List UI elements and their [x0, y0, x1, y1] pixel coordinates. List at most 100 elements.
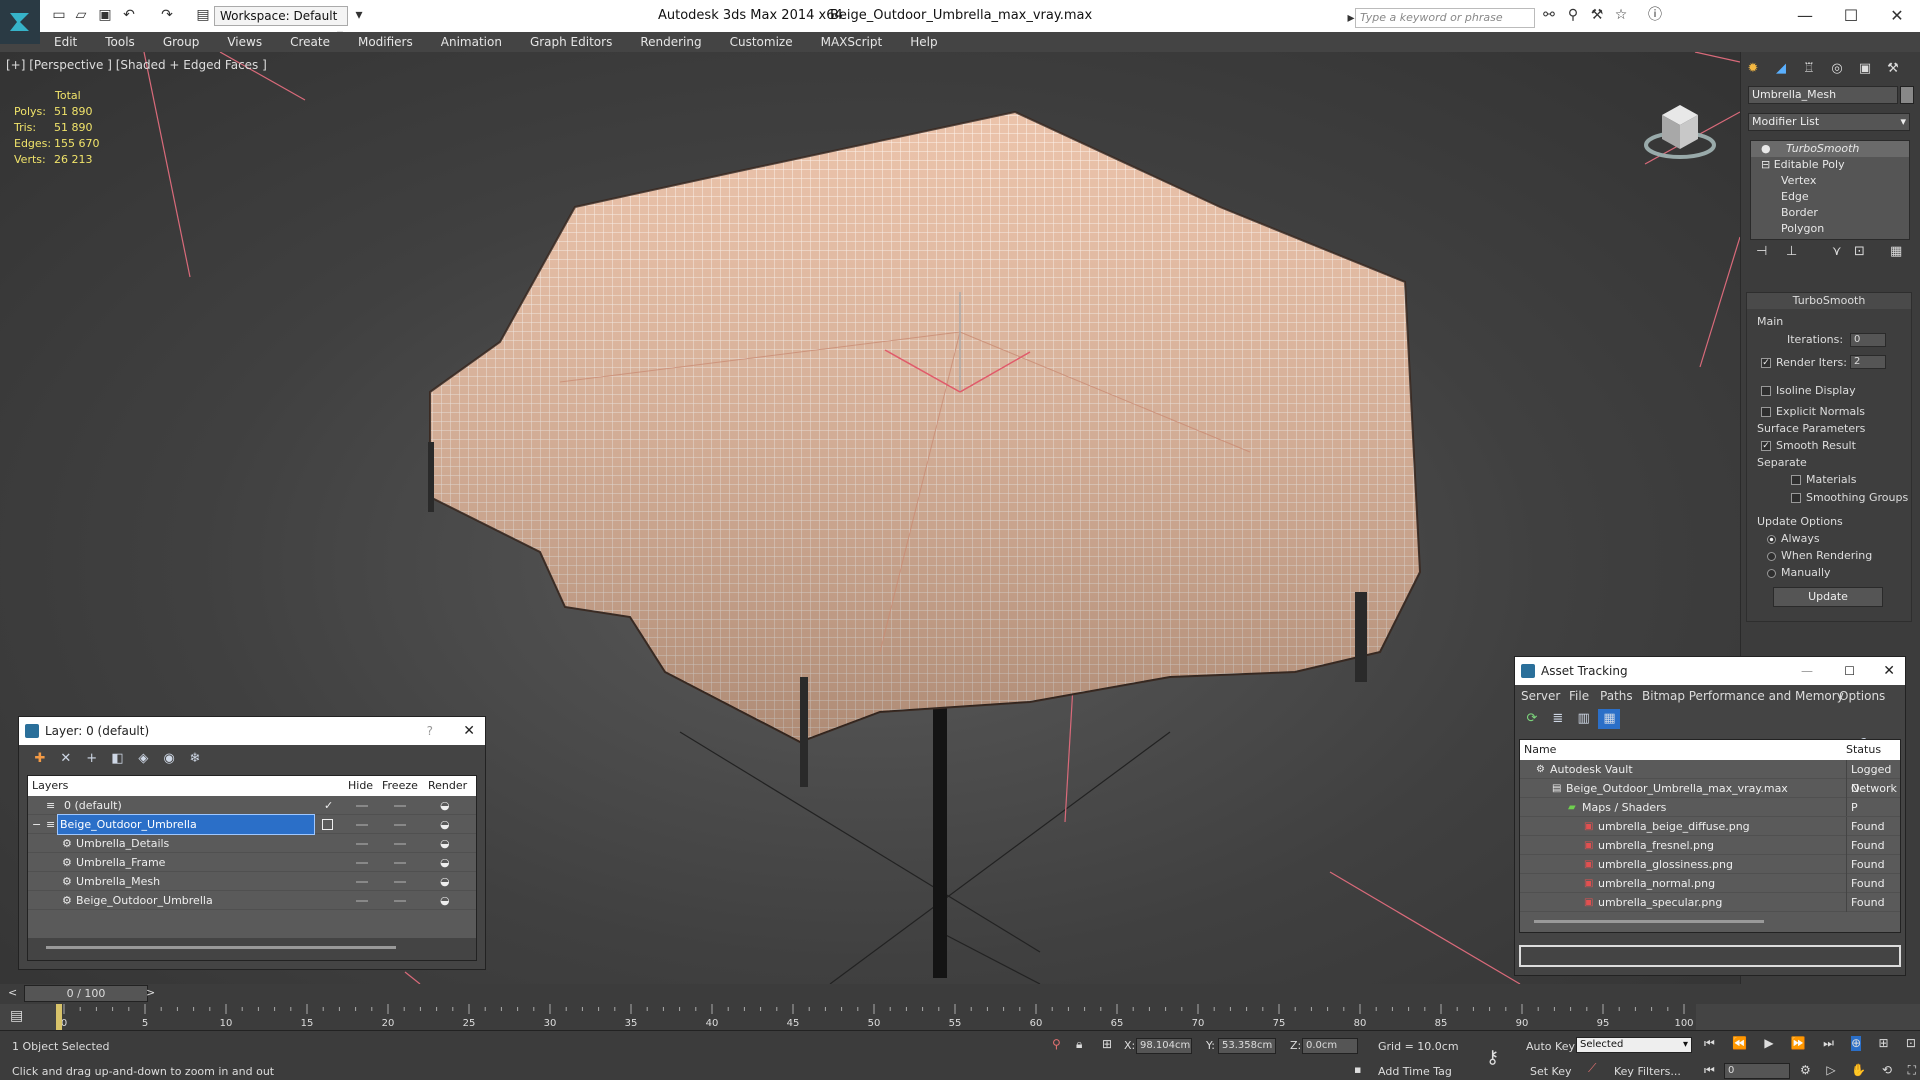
render-teapot-icon[interactable]: ◒	[440, 872, 450, 891]
menu-graph-editors[interactable]: Graph Editors	[516, 35, 626, 49]
always-radio[interactable]	[1767, 534, 1776, 544]
render-teapot-icon[interactable]: ◒	[440, 834, 450, 853]
menu-tools[interactable]: Tools	[91, 35, 149, 49]
asset-menu-paths[interactable]: Paths	[1600, 685, 1633, 707]
delete-layer-icon[interactable]: ✕	[55, 749, 77, 769]
smooth-result-checkbox[interactable]: ✓	[1761, 441, 1771, 451]
current-frame-field[interactable]: 0	[1724, 1063, 1790, 1079]
workspace-expand-icon[interactable]: ▾	[350, 6, 368, 24]
asset-row[interactable]: ▣ umbrella_beige_diffuse.png Found	[1520, 817, 1900, 836]
app-menu-button[interactable]	[0, 0, 40, 44]
collapse-icon[interactable]: −	[32, 815, 41, 834]
save-icon[interactable]: ▣	[96, 6, 114, 24]
next-frame-icon[interactable]: ⏩	[1791, 1036, 1806, 1051]
y-coordinate-field[interactable]: 53.358cm	[1218, 1038, 1276, 1054]
close-icon[interactable]: ✕	[1882, 6, 1912, 25]
search-input[interactable]: Type a keyword or phrase	[1355, 8, 1535, 28]
modify-tab-icon[interactable]: ◢	[1770, 58, 1792, 80]
detail-view-icon[interactable]: ▥	[1573, 709, 1595, 729]
render-teapot-icon[interactable]: ◒	[440, 815, 450, 834]
time-slider[interactable]: 0 / 100	[24, 985, 148, 1002]
object-name-field[interactable]: Umbrella_Mesh	[1748, 86, 1898, 104]
col-layers[interactable]: Layers	[32, 776, 68, 796]
col-freeze[interactable]: Freeze	[382, 776, 418, 796]
favorites-star-icon[interactable]: ☆	[1612, 6, 1630, 24]
subscription-icon[interactable]: ⚲	[1564, 6, 1582, 24]
time-config-icon[interactable]: ⚙	[1800, 1063, 1811, 1078]
object-color-swatch[interactable]	[1900, 86, 1914, 104]
undo-icon[interactable]: ↶	[120, 6, 138, 24]
manually-radio[interactable]	[1767, 568, 1776, 578]
when-rendering-radio[interactable]	[1767, 551, 1776, 561]
key-filters-button[interactable]: Key Filters...	[1614, 1065, 1681, 1078]
viewport-label[interactable]: [+] [Perspective ] [Shaded + Edged Faces…	[6, 58, 267, 72]
mini-curve-editor-icon[interactable]: ▤	[10, 1008, 23, 1024]
new-file-icon[interactable]: ▭	[50, 6, 68, 24]
asset-path-field[interactable]	[1519, 945, 1901, 967]
go-to-start-icon[interactable]: ⏮	[1704, 1036, 1715, 1051]
menu-customize[interactable]: Customize	[716, 35, 807, 49]
selection-lock-icon[interactable]: 🔒︎	[1076, 1037, 1082, 1052]
layer-row[interactable]: ≡ 0 (default) ✓ ◒	[28, 796, 476, 815]
layer-row[interactable]: − ≡ Beige_Outdoor_Umbrella ◒	[28, 814, 476, 835]
render-teapot-icon[interactable]: ◒	[440, 891, 450, 910]
layer-row[interactable]: ⚙ Umbrella_Details ◒	[28, 834, 476, 853]
asset-row[interactable]: ⚙ Autodesk Vault Logged O	[1520, 760, 1900, 798]
make-unique-icon[interactable]: ⋎	[1832, 244, 1842, 259]
asset-menu-bitmap[interactable]: Bitmap Performance and Memory	[1642, 685, 1844, 707]
asset-menu-server[interactable]: Server	[1521, 685, 1560, 707]
add-time-tag[interactable]: Add Time Tag	[1378, 1065, 1452, 1078]
absolute-transform-icon[interactable]: ⊞	[1102, 1037, 1112, 1051]
hierarchy-tab-icon[interactable]: ♖	[1798, 58, 1820, 80]
smoothing-groups-checkbox[interactable]	[1791, 493, 1801, 503]
communication-icon[interactable]: ⚒	[1588, 6, 1606, 24]
asset-menu-file[interactable]: File	[1569, 685, 1589, 707]
create-tab-icon[interactable]: ✹	[1742, 58, 1764, 80]
col-hide[interactable]: Hide	[348, 776, 373, 796]
redo-icon[interactable]: ↷	[158, 6, 176, 24]
select-in-layer-icon[interactable]: ◧	[106, 749, 128, 769]
materials-checkbox[interactable]	[1791, 475, 1801, 485]
binoculars-icon[interactable]: ⚯	[1540, 6, 1558, 24]
viewcube[interactable]	[1640, 87, 1720, 167]
horizontal-scrollbar[interactable]	[46, 946, 396, 949]
stack-item-turbosmooth[interactable]: ● TurboSmooth	[1751, 141, 1909, 157]
asset-row[interactable]: ▣ umbrella_specular.png Found	[1520, 893, 1900, 912]
render-teapot-icon[interactable]: ◒	[440, 796, 450, 815]
utilities-tab-icon[interactable]: ⚒	[1882, 58, 1904, 80]
help-icon[interactable]: ⓘ	[1646, 6, 1664, 24]
iterations-spinner[interactable]: 0	[1850, 333, 1886, 347]
col-render[interactable]: Render	[428, 776, 467, 796]
menu-help[interactable]: Help	[896, 35, 951, 49]
layer-panel-titlebar[interactable]: Layer: 0 (default)? ✕	[19, 717, 485, 745]
set-key-button[interactable]: Set Key	[1530, 1065, 1572, 1078]
show-end-result-icon[interactable]: ⊥	[1786, 244, 1797, 259]
isolate-pin-icon[interactable]: ⚲	[1052, 1037, 1061, 1051]
orbit-icon[interactable]: ⟲	[1882, 1063, 1892, 1078]
col-status[interactable]: Status	[1846, 740, 1881, 760]
menu-views[interactable]: Views	[213, 35, 276, 49]
freeze-all-layers-icon[interactable]: ❄	[184, 749, 206, 769]
z-coordinate-field[interactable]: 0.0cm	[1302, 1038, 1358, 1054]
help-icon[interactable]: ?	[427, 717, 433, 745]
project-folder-icon[interactable]: ▤	[194, 6, 212, 24]
display-tab-icon[interactable]: ▣	[1854, 58, 1876, 80]
stack-item-editable-poly[interactable]: ⊟ Editable Poly	[1751, 157, 1909, 173]
asset-row[interactable]: ▣ umbrella_fresnel.png Found	[1520, 836, 1900, 855]
motion-tab-icon[interactable]: ◎	[1826, 58, 1848, 80]
render-iters-checkbox[interactable]: ✓	[1761, 358, 1771, 368]
key-icon[interactable]: ⟋	[1588, 1061, 1596, 1076]
asset-row[interactable]: ▰ Maps / Shaders	[1520, 798, 1900, 817]
list-view-icon[interactable]: ≣	[1547, 709, 1569, 729]
isoline-checkbox[interactable]	[1761, 386, 1771, 396]
previous-frame-icon[interactable]: ⏪	[1732, 1036, 1747, 1051]
add-to-layer-icon[interactable]: +	[81, 749, 103, 769]
minimize-icon[interactable]: —	[1801, 657, 1813, 685]
x-coordinate-field[interactable]: 98.104cm	[1136, 1038, 1192, 1054]
time-slider-prev-icon[interactable]: <	[8, 986, 17, 999]
time-tag-icon[interactable]: ▪	[1354, 1063, 1361, 1076]
pan-hand-icon[interactable]: ✋	[1851, 1063, 1866, 1078]
col-name[interactable]: Name	[1524, 740, 1556, 760]
auto-key-button[interactable]: Auto Key	[1526, 1040, 1575, 1053]
go-to-end-icon[interactable]: ⏭	[1823, 1036, 1834, 1051]
